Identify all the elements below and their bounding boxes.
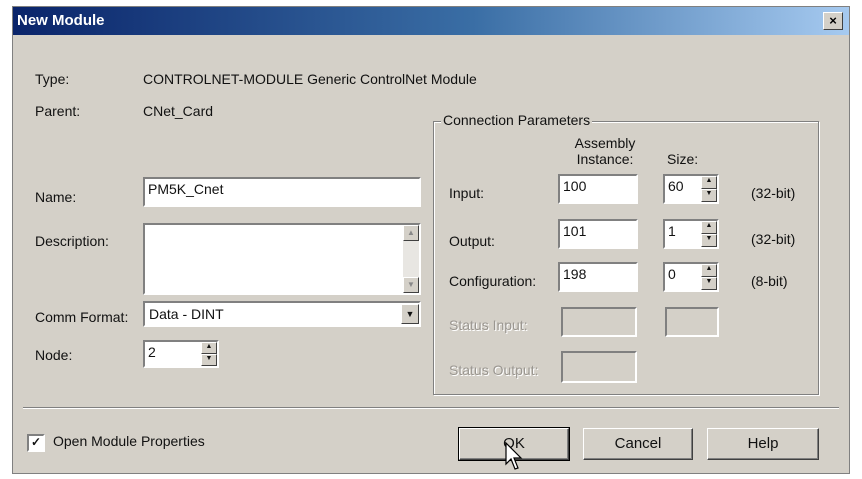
configuration-instance-field[interactable]: 198 <box>558 262 638 292</box>
description-input[interactable]: ▲ ▼ <box>143 223 421 295</box>
spin-up-icon[interactable]: ▲ <box>701 176 717 189</box>
comm-format-value: Data - DINT <box>149 306 224 322</box>
configuration-size-field[interactable]: 0 ▲ ▼ <box>663 262 719 292</box>
chevron-down-icon[interactable]: ▼ <box>401 304 419 324</box>
spin-up-icon[interactable]: ▲ <box>201 342 217 354</box>
status-output-label: Status Output: <box>449 362 539 378</box>
description-scrollbar[interactable]: ▲ ▼ <box>403 225 419 293</box>
assembly-instance-header: Assembly Instance: <box>565 135 645 167</box>
spin-down-icon[interactable]: ▼ <box>201 354 217 366</box>
status-input-size-field <box>665 307 719 337</box>
output-label: Output: <box>449 233 495 249</box>
status-input-label: Status Input: <box>449 317 528 333</box>
assembly-header-line1: Assembly <box>574 135 636 151</box>
spin-down-icon[interactable]: ▼ <box>701 277 717 290</box>
status-input-instance-field <box>561 307 637 337</box>
connection-parameters-title: Connection Parameters <box>441 112 593 128</box>
mouse-pointer-icon <box>505 442 523 470</box>
output-size-value: 1 <box>668 223 676 239</box>
input-size-spinner[interactable]: ▲ ▼ <box>701 176 717 202</box>
spin-up-icon[interactable]: ▲ <box>701 221 717 234</box>
open-module-properties-checkbox[interactable]: ✓ <box>27 434 45 452</box>
configuration-unit: (8-bit) <box>751 273 788 289</box>
spin-down-icon[interactable]: ▼ <box>701 234 717 247</box>
type-value: CONTROLNET-MODULE Generic ControlNet Mod… <box>143 71 477 87</box>
name-input[interactable]: PM5K_Cnet <box>143 177 421 207</box>
configuration-size-value: 0 <box>668 266 676 282</box>
separator <box>23 407 839 409</box>
name-label: Name: <box>35 189 77 205</box>
cancel-button[interactable]: Cancel <box>583 428 693 460</box>
title-bar[interactable]: New Module × <box>13 7 849 35</box>
window-title: New Module <box>17 12 105 29</box>
status-output-instance-field <box>561 351 637 383</box>
open-module-properties-label[interactable]: Open Module Properties <box>53 433 205 449</box>
spin-up-icon[interactable]: ▲ <box>701 264 717 277</box>
output-unit: (32-bit) <box>751 231 796 247</box>
type-label: Type: <box>35 71 70 87</box>
node-value: 2 <box>148 344 156 360</box>
node-spinner[interactable]: ▲ ▼ <box>201 342 217 366</box>
size-header: Size: <box>667 151 699 167</box>
spin-down-icon[interactable]: ▼ <box>701 189 717 202</box>
description-label: Description: <box>35 233 109 249</box>
scroll-up-icon[interactable]: ▲ <box>403 225 419 241</box>
output-instance-field[interactable]: 101 <box>558 219 638 249</box>
configuration-label: Configuration: <box>449 273 537 289</box>
input-instance-field[interactable]: 100 <box>558 174 638 204</box>
check-icon: ✓ <box>30 435 42 449</box>
input-unit: (32-bit) <box>751 185 796 201</box>
input-size-value: 60 <box>668 178 684 194</box>
node-input[interactable]: 2 ▲ ▼ <box>143 340 219 368</box>
parent-value: CNet_Card <box>143 103 214 119</box>
output-size-field[interactable]: 1 ▲ ▼ <box>663 219 719 249</box>
input-size-field[interactable]: 60 ▲ ▼ <box>663 174 719 204</box>
help-button[interactable]: Help <box>707 428 819 460</box>
node-label: Node: <box>35 347 73 363</box>
input-label: Input: <box>449 185 485 201</box>
output-size-spinner[interactable]: ▲ ▼ <box>701 221 717 247</box>
comm-format-label: Comm Format: <box>35 309 129 325</box>
scroll-down-icon[interactable]: ▼ <box>403 277 419 293</box>
assembly-header-line2: Instance: <box>576 151 634 167</box>
comm-format-select[interactable]: Data - DINT ▼ <box>143 301 421 327</box>
configuration-size-spinner[interactable]: ▲ ▼ <box>701 264 717 290</box>
close-button[interactable]: × <box>823 12 843 30</box>
new-module-dialog: New Module × Type: CONTROLNET-MODULE Gen… <box>12 6 850 474</box>
parent-label: Parent: <box>35 103 81 119</box>
